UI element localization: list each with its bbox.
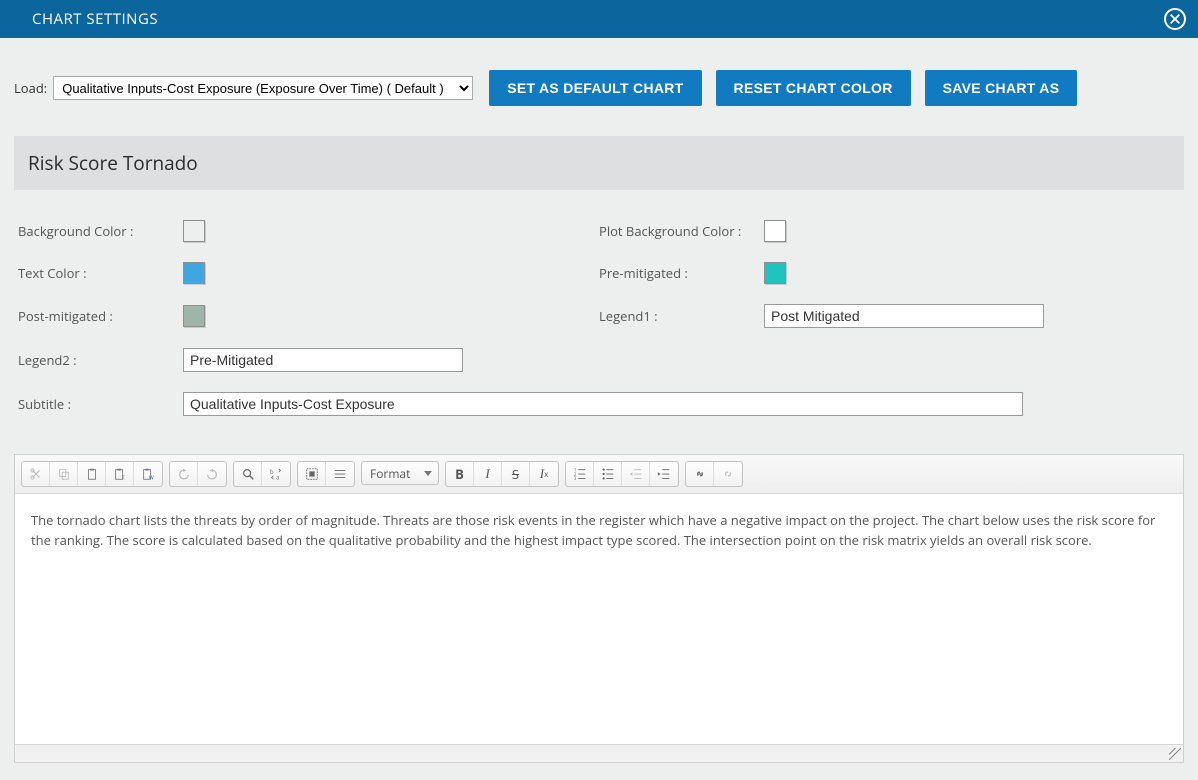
save-as-button[interactable]: SAVE CHART AS [925, 70, 1078, 106]
undo-icon[interactable] [170, 462, 198, 486]
svg-text:b: b [270, 467, 274, 476]
rich-text-editor: T W ba [14, 454, 1184, 763]
field-legend1: Legend1 : [599, 304, 1180, 328]
bold-icon[interactable]: B [446, 462, 474, 486]
link-group [685, 461, 743, 487]
load-row: Load: Qualitative Inputs-Cost Exposure (… [14, 70, 1184, 106]
plot-bg-swatch[interactable] [764, 220, 786, 242]
post-mitigated-swatch[interactable] [183, 305, 205, 327]
redo-icon[interactable] [198, 462, 226, 486]
resize-grip-icon[interactable] [1169, 748, 1181, 760]
legend2-input[interactable] [183, 348, 463, 372]
link-icon[interactable] [686, 462, 714, 486]
pre-mitigated-swatch[interactable] [764, 262, 786, 284]
subtitle-label: Subtitle : [18, 395, 183, 413]
strike-icon[interactable]: S [502, 462, 530, 486]
paste-word-icon[interactable]: W [134, 462, 162, 486]
indent-icon[interactable] [650, 462, 678, 486]
format-dropdown[interactable]: Format [361, 461, 439, 485]
section-title: Risk Score Tornado [14, 136, 1184, 190]
field-text-color: Text Color : [18, 262, 599, 284]
select-all-icon[interactable] [298, 462, 326, 486]
list-indent-group: 123 [565, 461, 679, 487]
outdent-icon[interactable] [622, 462, 650, 486]
undo-redo-group [169, 461, 227, 487]
modal-titlebar: CHART SETTINGS [0, 0, 1198, 38]
clear-format-icon[interactable]: Ix [530, 462, 558, 486]
legend1-label: Legend1 : [599, 307, 764, 325]
load-select[interactable]: Qualitative Inputs-Cost Exposure (Exposu… [53, 76, 473, 100]
field-legend2: Legend2 : [18, 348, 599, 372]
subtitle-input[interactable] [183, 392, 1023, 416]
editor-footer [15, 744, 1183, 762]
field-plot-bg: Plot Background Color : [599, 220, 1180, 242]
modal-title: CHART SETTINGS [32, 9, 158, 29]
italic-icon[interactable]: I [474, 462, 502, 486]
format-dropdown-label: Format [370, 465, 410, 482]
svg-text:a: a [276, 472, 279, 481]
background-color-label: Background Color : [18, 222, 183, 240]
select-blocks-group [297, 461, 355, 487]
remove-format-icon[interactable] [326, 462, 354, 486]
settings-grid: Background Color : Plot Background Color… [14, 220, 1184, 432]
copy-icon[interactable] [50, 462, 78, 486]
reset-color-button[interactable]: RESET CHART COLOR [716, 70, 911, 106]
field-post-mitigated: Post-mitigated : [18, 304, 599, 328]
post-mitigated-label: Post-mitigated : [18, 307, 183, 325]
replace-icon[interactable]: ba [262, 462, 290, 486]
clipboard-group: T W [21, 461, 163, 487]
load-label: Load: [14, 79, 47, 97]
find-icon[interactable] [234, 462, 262, 486]
editor-text: The tornado chart lists the threats by o… [31, 511, 1155, 549]
close-icon [1168, 12, 1182, 26]
ol-icon[interactable]: 123 [566, 462, 594, 486]
svg-text:3: 3 [573, 476, 576, 481]
svg-text:W: W [149, 473, 154, 481]
textstyle-group: B I S Ix [445, 461, 559, 487]
legend2-label: Legend2 : [18, 351, 183, 369]
text-color-label: Text Color : [18, 264, 183, 282]
ul-icon[interactable] [594, 462, 622, 486]
set-default-button[interactable]: SET AS DEFAULT CHART [489, 70, 701, 106]
editor-body[interactable]: The tornado chart lists the threats by o… [15, 494, 1183, 744]
field-background-color: Background Color : [18, 220, 599, 242]
background-color-swatch[interactable] [183, 220, 205, 242]
cut-icon[interactable] [22, 462, 50, 486]
svg-text:T: T [121, 473, 124, 481]
find-replace-group: ba [233, 461, 291, 487]
paste-text-icon[interactable]: T [106, 462, 134, 486]
paste-icon[interactable] [78, 462, 106, 486]
plot-bg-label: Plot Background Color : [599, 222, 764, 240]
editor-toolbar: T W ba [15, 455, 1183, 494]
field-pre-mitigated: Pre-mitigated : [599, 262, 1180, 284]
pre-mitigated-label: Pre-mitigated : [599, 264, 764, 282]
unlink-icon[interactable] [714, 462, 742, 486]
field-subtitle: Subtitle : [18, 392, 1180, 416]
legend1-input[interactable] [764, 304, 1044, 328]
close-button[interactable] [1164, 8, 1186, 30]
action-buttons: SET AS DEFAULT CHART RESET CHART COLOR S… [489, 70, 1077, 106]
text-color-swatch[interactable] [183, 262, 205, 284]
